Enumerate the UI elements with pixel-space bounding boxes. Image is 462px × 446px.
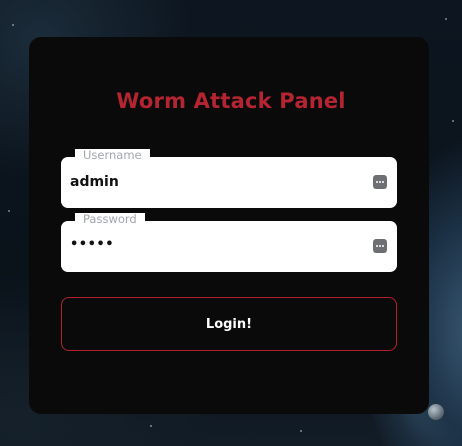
moon-graphic bbox=[428, 404, 444, 420]
star bbox=[12, 24, 14, 26]
star bbox=[452, 120, 454, 122]
password-field[interactable]: Password ••••• bbox=[61, 213, 397, 272]
star bbox=[8, 210, 10, 212]
password-input[interactable]: ••••• bbox=[70, 236, 114, 253]
star bbox=[445, 18, 447, 20]
password-manager-icon[interactable] bbox=[373, 175, 387, 189]
username-field[interactable]: Username admin bbox=[61, 149, 397, 208]
password-manager-icon[interactable] bbox=[373, 239, 387, 253]
password-label: Password bbox=[75, 213, 145, 226]
star bbox=[300, 430, 302, 432]
login-button[interactable]: Login! bbox=[61, 297, 397, 351]
star bbox=[150, 425, 152, 427]
username-input[interactable]: admin bbox=[70, 174, 119, 191]
panel-title: Worm Attack Panel bbox=[116, 89, 346, 113]
username-label: Username bbox=[75, 149, 150, 162]
login-button-label: Login! bbox=[205, 316, 253, 332]
